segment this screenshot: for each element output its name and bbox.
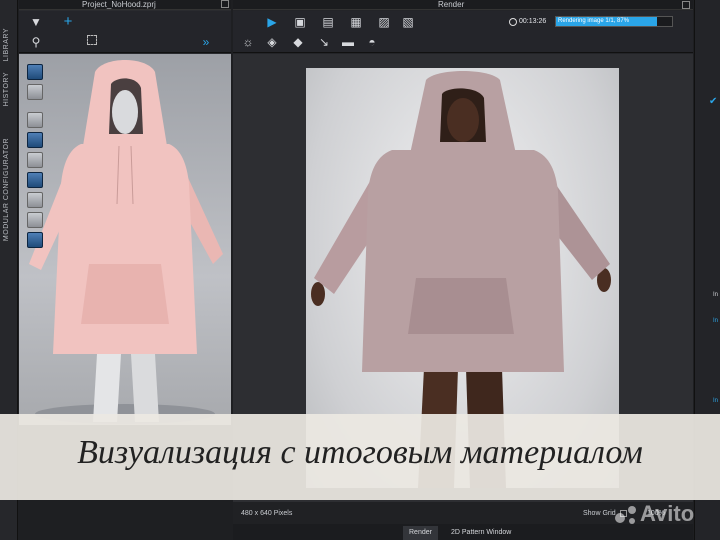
clock-icon <box>509 18 517 26</box>
select-arrow-icon[interactable]: ▼ <box>29 15 43 29</box>
avatar-tool-icon[interactable] <box>27 64 43 80</box>
property-section-label[interactable]: In <box>713 398 718 404</box>
tab-history[interactable]: HISTORY <box>3 72 10 106</box>
render-window-title: Render <box>438 0 465 9</box>
tab-library[interactable]: LIBRARY <box>3 28 10 61</box>
environment-icon[interactable]: ▧ <box>401 15 415 29</box>
render-video-icon[interactable]: ▣ <box>293 15 307 29</box>
maximize-icon[interactable] <box>221 0 229 8</box>
avatar-pose-icon[interactable] <box>27 152 43 168</box>
3d-avatar-hoodie <box>29 60 223 424</box>
garment-tool-icon[interactable] <box>27 84 43 100</box>
property-label: In <box>713 292 719 298</box>
caption-banner: Визуализация с итоговым материалом <box>0 414 720 500</box>
move-icon[interactable]: + <box>61 14 75 29</box>
caption-text: Визуализация с итоговым материалом <box>77 434 643 471</box>
tab-2d-pattern-window[interactable]: 2D Pattern Window <box>445 526 517 540</box>
avito-watermark: Avito <box>640 501 695 526</box>
plane-icon[interactable]: ↘ <box>317 35 331 49</box>
photo-icon[interactable]: ▨ <box>377 15 391 29</box>
show-grid-label: Show Grid <box>583 510 616 517</box>
render-mode-icon[interactable] <box>27 192 43 208</box>
texture-tool-icon[interactable] <box>27 112 43 128</box>
light-icon[interactable]: ☼ <box>241 35 255 49</box>
spot-light-icon[interactable]: ◈ <box>265 35 279 49</box>
directional-light-icon[interactable]: ◆ <box>291 35 305 49</box>
3d-side-tools <box>27 64 45 252</box>
3d-window-titlebar: Project_NoHood.zprj <box>19 0 231 10</box>
render-progress-bar: Rendering image 1/1, 87% <box>555 16 673 27</box>
hemisphere-icon[interactable]: ◓ <box>365 35 379 49</box>
3d-window-toolbar: ▼ + ⚲ » <box>19 11 231 53</box>
checkmark-icon[interactable]: ✔ <box>709 96 717 107</box>
sphere-icon[interactable]: ▬ <box>341 35 355 49</box>
measure-tool-icon[interactable] <box>27 172 43 188</box>
app-window: LIBRARY HISTORY MODULAR CONFIGURATOR Pro… <box>0 0 720 540</box>
tab-modular-configurator[interactable]: MODULAR CONFIGURATOR <box>3 138 10 241</box>
render-toolbar: ▶ ▣ ▤ ▦ ▨ ▧ ☼ ◈ ◆ ↘ ▬ ◓ 00:13:26 Renderi… <box>233 11 693 53</box>
expand-icon[interactable]: » <box>199 35 213 49</box>
maximize-icon[interactable] <box>682 1 690 9</box>
property-section-label[interactable]: In <box>713 318 718 324</box>
3d-viewport[interactable] <box>19 54 231 425</box>
walk-icon[interactable]: ⚲ <box>29 35 43 49</box>
image-icon[interactable]: ▦ <box>349 15 363 29</box>
pin-tool-icon[interactable] <box>27 132 43 148</box>
render-progress-label: Rendering image 1/1, 87% <box>558 18 630 24</box>
3d-window-title: Project_NoHood.zprj <box>82 0 156 9</box>
box-select-icon[interactable] <box>87 35 97 45</box>
globe-icon[interactable] <box>27 232 43 248</box>
render-timer: 00:13:26 <box>519 18 547 25</box>
image-size-label: 480 x 640 Pixels <box>241 510 293 517</box>
render-play-icon[interactable]: ▶ <box>265 15 279 29</box>
tab-render[interactable]: Render <box>403 526 438 540</box>
avatar-display-icon[interactable] <box>27 212 43 228</box>
camera-icon[interactable]: ▤ <box>321 15 335 29</box>
3d-garment-window: Project_NoHood.zprj ▼ + ⚲ » <box>19 0 231 425</box>
render-window-titlebar: Render <box>233 0 693 10</box>
